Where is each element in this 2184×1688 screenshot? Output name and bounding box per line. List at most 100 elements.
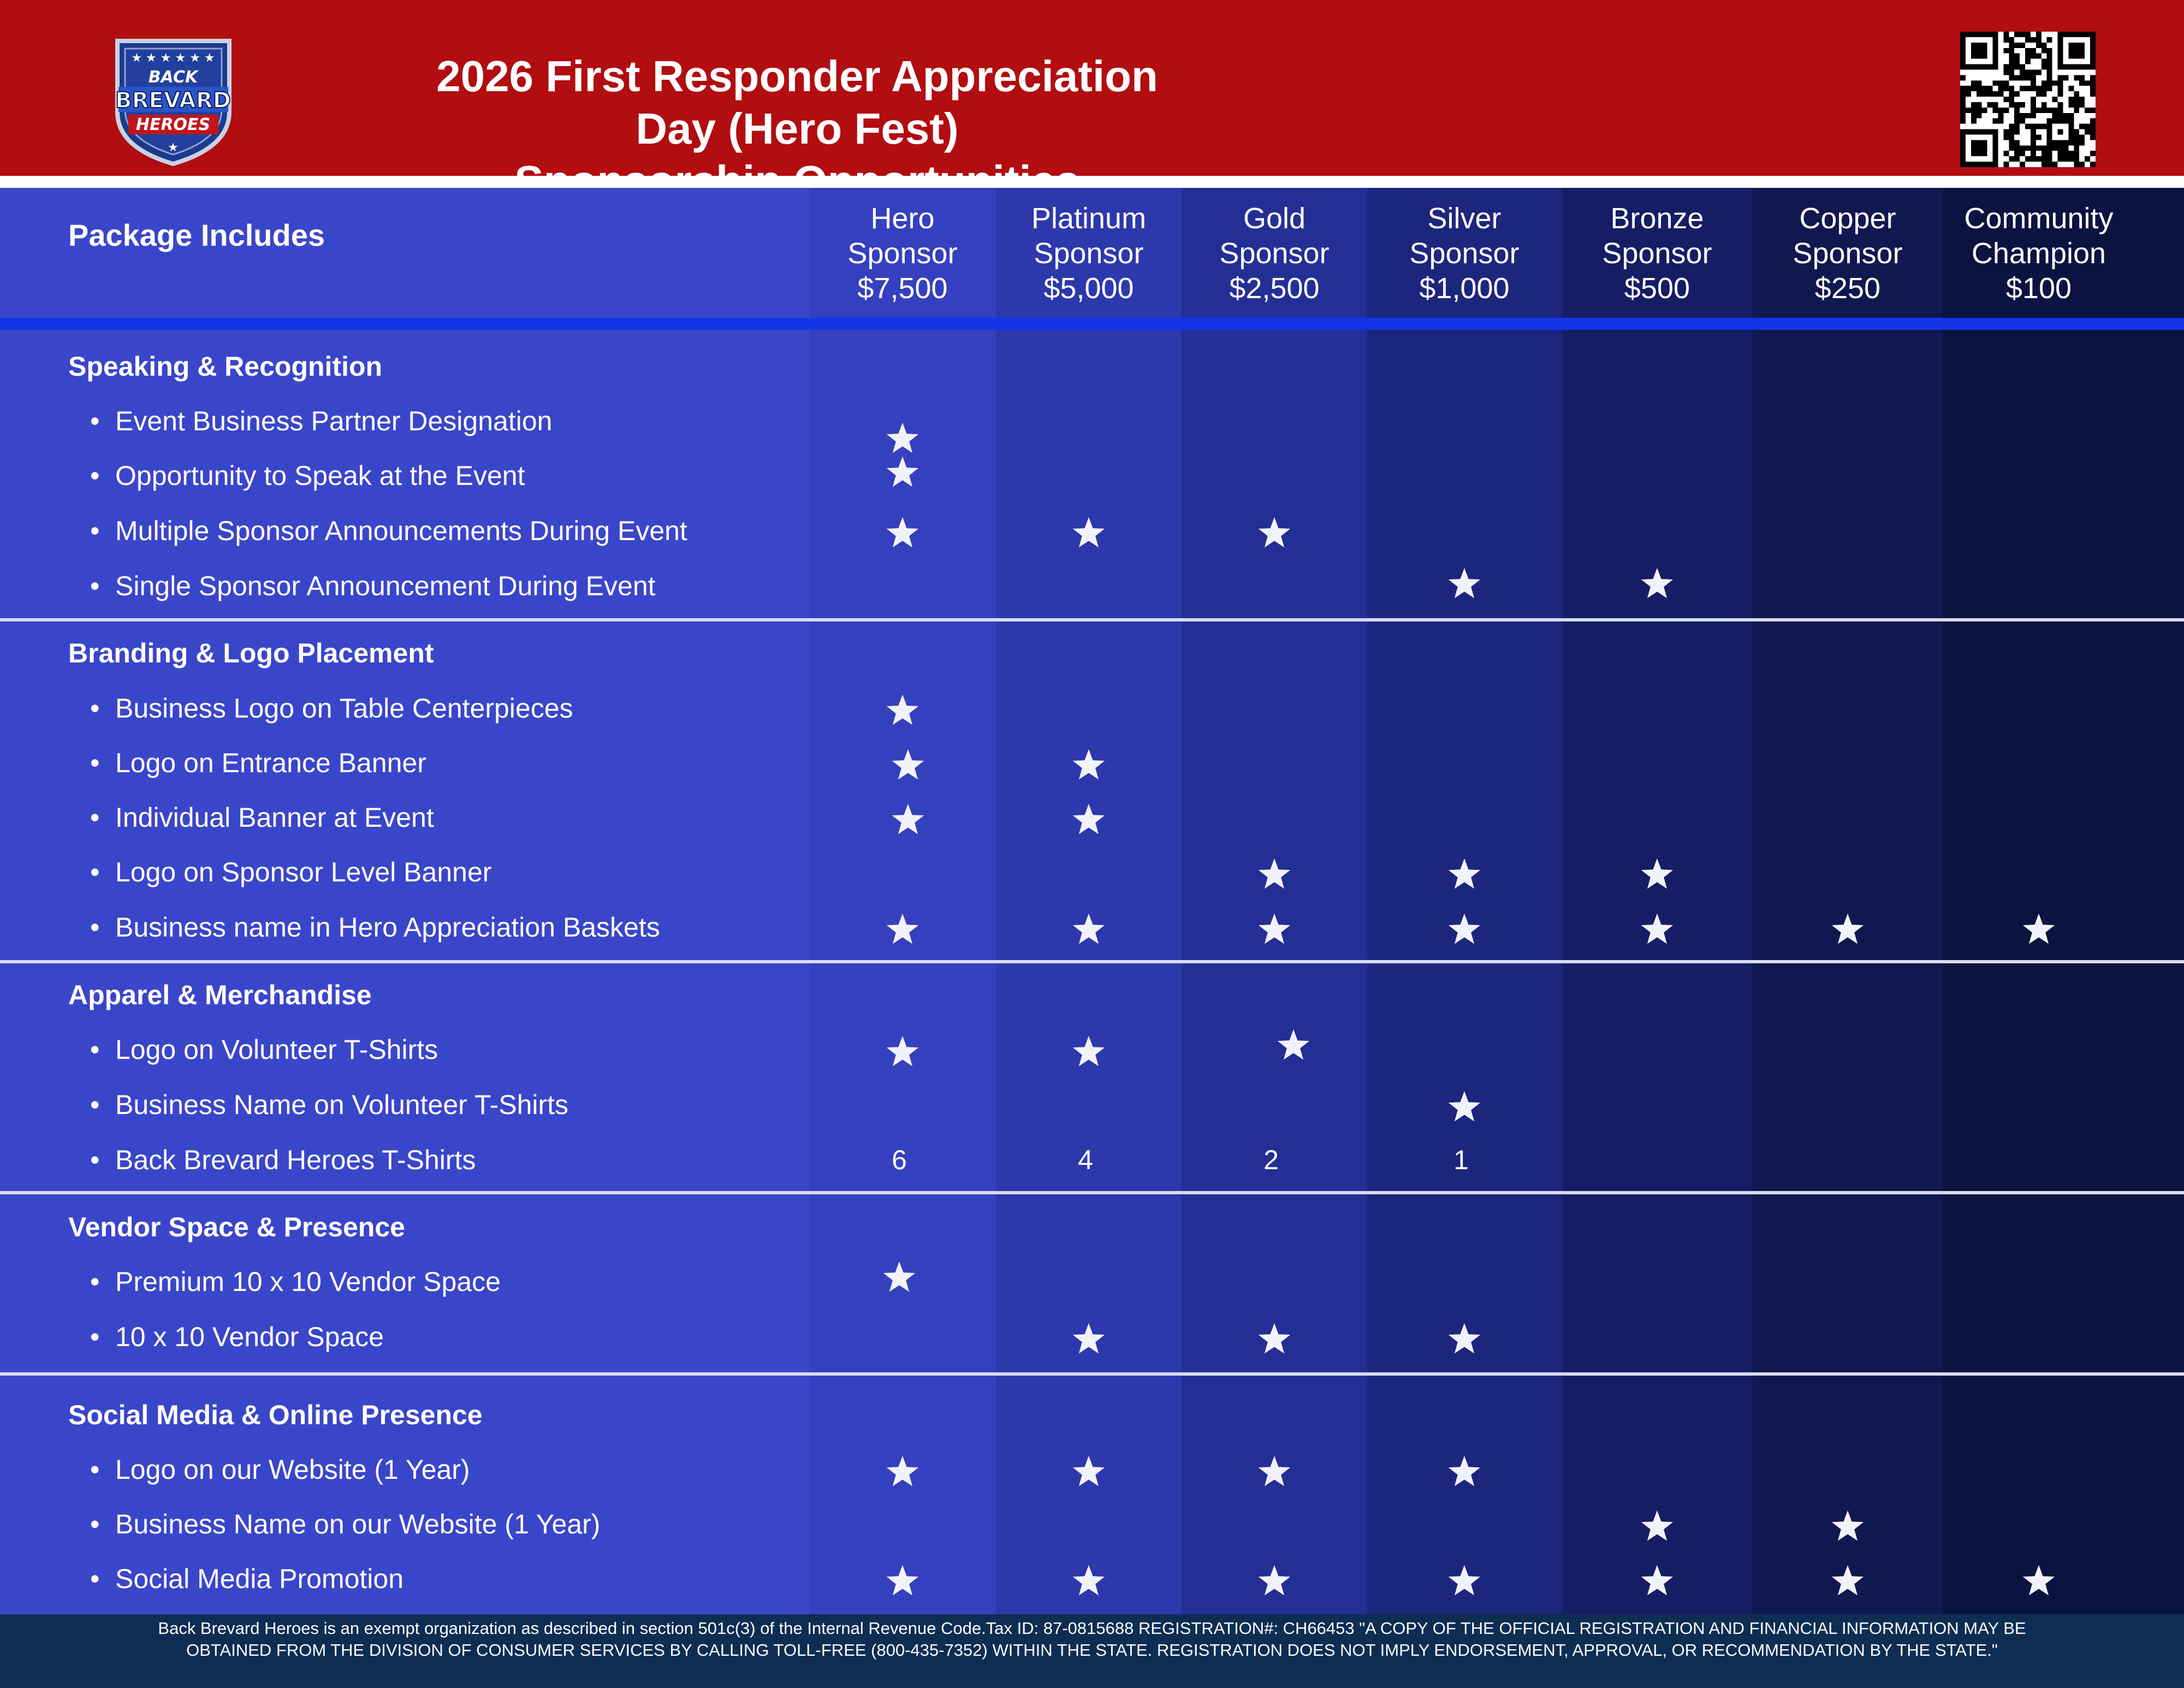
tier-header-silver: Silver Sponsor $1,000 bbox=[1372, 201, 1557, 306]
star-icon bbox=[882, 1259, 917, 1294]
tshirt-count: 4 bbox=[1078, 1145, 1093, 1175]
tier-price: $250 bbox=[1814, 272, 1881, 305]
tier-name-line1: Silver bbox=[1427, 202, 1502, 235]
tier-header-platinum: Platinum Sponsor $5,000 bbox=[996, 201, 1182, 306]
section-title: Social Media & Online Presence bbox=[68, 1400, 483, 1430]
feature-row: • Business Logo on Table Centerpieces bbox=[90, 692, 573, 724]
feature-row: • Business Name on our Website (1 Year) bbox=[90, 1508, 600, 1540]
tier-price: $500 bbox=[1624, 272, 1690, 305]
back-brevard-heroes-logo: ★ ★ ★ ★ ★ ★ BACK BREVARD HEROES ★ bbox=[115, 39, 232, 167]
tier-price: $2,500 bbox=[1229, 272, 1320, 305]
tier-name-line1: Community bbox=[1964, 202, 2114, 235]
tier-name-line1: Bronze bbox=[1610, 202, 1704, 235]
bullet-icon: • bbox=[90, 693, 100, 724]
disclaimer-line-1: Back Brevard Heroes is an exempt organiz… bbox=[158, 1619, 2026, 1638]
tier-header-copper: Copper Sponsor $250 bbox=[1755, 201, 1940, 306]
column-copper bbox=[1753, 188, 1943, 1614]
svg-text:★ ★ ★ ★ ★ ★: ★ ★ ★ ★ ★ ★ bbox=[131, 51, 215, 65]
star-icon bbox=[1257, 1321, 1292, 1356]
feature-row: • Premium 10 x 10 Vendor Space bbox=[90, 1266, 501, 1298]
feature-label: Premium 10 x 10 Vendor Space bbox=[115, 1266, 501, 1297]
feature-label: Multiple Sponsor Announcements During Ev… bbox=[115, 516, 687, 546]
tier-name-line1: Hero bbox=[870, 202, 935, 235]
tier-header-hero: Hero Sponsor $7,500 bbox=[810, 201, 995, 306]
tier-name-line2: Sponsor bbox=[1602, 237, 1712, 270]
feature-row: • Logo on Sponsor Level Banner bbox=[90, 856, 491, 888]
tshirt-count: 6 bbox=[892, 1145, 907, 1175]
column-gold bbox=[1182, 188, 1367, 1614]
feature-label: Logo on Entrance Banner bbox=[115, 748, 426, 778]
svg-text:★: ★ bbox=[168, 141, 179, 155]
section-title: Speaking & Recognition bbox=[68, 351, 383, 382]
section-title: Apparel & Merchandise bbox=[68, 980, 372, 1010]
star-icon bbox=[1257, 515, 1292, 550]
bullet-icon: • bbox=[90, 748, 100, 778]
package-includes-label: Package Includes bbox=[68, 218, 325, 252]
tier-price: $5,000 bbox=[1043, 272, 1134, 305]
feature-row: • Individual Banner at Event bbox=[90, 802, 434, 833]
feature-label: Opportunity to Speak at the Event bbox=[115, 460, 525, 491]
column-silver bbox=[1367, 188, 1562, 1614]
feature-row: • Opportunity to Speak at the Event bbox=[90, 460, 525, 491]
tier-name-line1: Platinum bbox=[1031, 202, 1147, 235]
bullet-icon: • bbox=[90, 1266, 100, 1297]
qr-code-icon[interactable] bbox=[1960, 32, 2096, 167]
tier-price: $7,500 bbox=[857, 272, 948, 305]
tier-name-line2: Sponsor bbox=[1034, 237, 1144, 270]
feature-label: Business Name on Volunteer T-Shirts bbox=[115, 1089, 569, 1120]
bullet-icon: • bbox=[90, 1145, 100, 1175]
section-divider bbox=[0, 618, 2184, 621]
section-title: Branding & Logo Placement bbox=[68, 638, 434, 668]
bullet-icon: • bbox=[90, 802, 100, 833]
star-icon bbox=[1447, 911, 1482, 946]
tier-header-community: Community Champion $100 bbox=[1946, 201, 2132, 306]
bullet-icon: • bbox=[90, 571, 100, 601]
star-icon bbox=[1640, 911, 1675, 946]
star-icon bbox=[1257, 1454, 1292, 1489]
column-platinum bbox=[996, 188, 1182, 1614]
feature-label: Logo on our Website (1 Year) bbox=[115, 1454, 470, 1485]
page-title: 2026 First Responder Appreciation Day (H… bbox=[415, 50, 1179, 208]
feature-label: Business name in Hero Appreciation Baske… bbox=[115, 912, 660, 943]
star-icon bbox=[1071, 1454, 1106, 1489]
tier-name-line2: Sponsor bbox=[1793, 237, 1903, 270]
bullet-icon: • bbox=[90, 516, 100, 546]
tier-name-line1: Copper bbox=[1799, 202, 1896, 235]
feature-row: • Business Name on Volunteer T-Shirts bbox=[90, 1089, 568, 1121]
legal-disclaimer: Back Brevard Heroes is an exempt organiz… bbox=[44, 1618, 2140, 1661]
star-icon bbox=[2021, 911, 2056, 946]
tshirt-count: 2 bbox=[1263, 1145, 1279, 1175]
star-icon bbox=[1447, 1089, 1482, 1124]
star-icon bbox=[885, 911, 920, 946]
star-icon bbox=[885, 1034, 920, 1069]
tshirt-count: 1 bbox=[1453, 1145, 1469, 1175]
feature-label: Event Business Partner Designation bbox=[115, 406, 553, 436]
bullet-icon: • bbox=[90, 1563, 100, 1594]
column-hero bbox=[810, 188, 996, 1614]
feature-label: Social Media Promotion bbox=[115, 1563, 404, 1594]
logo-text-top: BACK bbox=[149, 68, 199, 87]
feature-row: • Event Business Partner Designation bbox=[90, 405, 552, 437]
star-icon bbox=[1071, 1034, 1106, 1069]
star-icon bbox=[1276, 1027, 1311, 1062]
bullet-icon: • bbox=[90, 1034, 100, 1065]
star-icon bbox=[885, 692, 920, 727]
feature-row: • Back Brevard Heroes T-Shirts bbox=[90, 1144, 476, 1176]
star-icon bbox=[1830, 1563, 1865, 1598]
star-icon bbox=[1257, 856, 1292, 891]
feature-label: Single Sponsor Announcement During Event bbox=[115, 571, 656, 601]
star-icon bbox=[1830, 911, 1865, 946]
column-community bbox=[1943, 188, 2184, 1614]
star-icon bbox=[1447, 1321, 1482, 1356]
tier-header-gold: Gold Sponsor $2,500 bbox=[1182, 201, 1367, 306]
disclaimer-line-2: OBTAINED FROM THE DIVISION OF CONSUMER S… bbox=[186, 1640, 1998, 1660]
feature-label: Individual Banner at Event bbox=[115, 802, 434, 833]
tier-header-bronze: Bronze Sponsor $500 bbox=[1564, 201, 1750, 306]
bullet-icon: • bbox=[90, 912, 100, 943]
header-accent-rule bbox=[0, 318, 2184, 330]
logo-text-mid: BREVARD bbox=[115, 88, 231, 113]
star-icon bbox=[1071, 1563, 1106, 1598]
star-icon bbox=[1257, 1563, 1292, 1598]
feature-row: • Logo on Volunteer T-Shirts bbox=[90, 1034, 438, 1065]
star-icon bbox=[2021, 1563, 2056, 1598]
